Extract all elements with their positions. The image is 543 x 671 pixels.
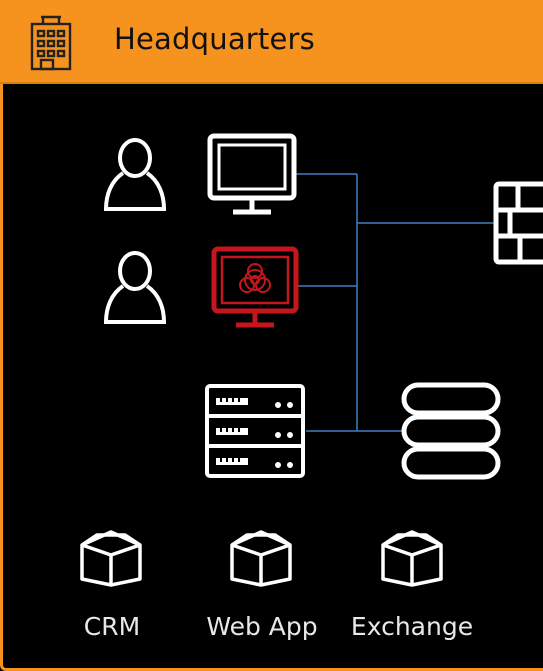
server-rack-icon[interactable] xyxy=(204,383,306,479)
database-icon[interactable] xyxy=(400,381,502,481)
user-icon xyxy=(103,251,167,324)
infected-monitor-icon[interactable] xyxy=(211,246,299,330)
package-icon xyxy=(80,530,142,587)
biohazard-icon xyxy=(239,263,271,293)
app-label-web-app: Web App xyxy=(206,612,318,641)
monitor-icon[interactable] xyxy=(207,133,297,217)
user-icon xyxy=(103,138,167,211)
app-label-exchange: Exchange xyxy=(350,612,474,641)
firewall-icon[interactable] xyxy=(492,180,543,266)
package-icon xyxy=(381,530,443,587)
app-label-crm: CRM xyxy=(83,612,141,641)
package-icon xyxy=(230,530,292,587)
